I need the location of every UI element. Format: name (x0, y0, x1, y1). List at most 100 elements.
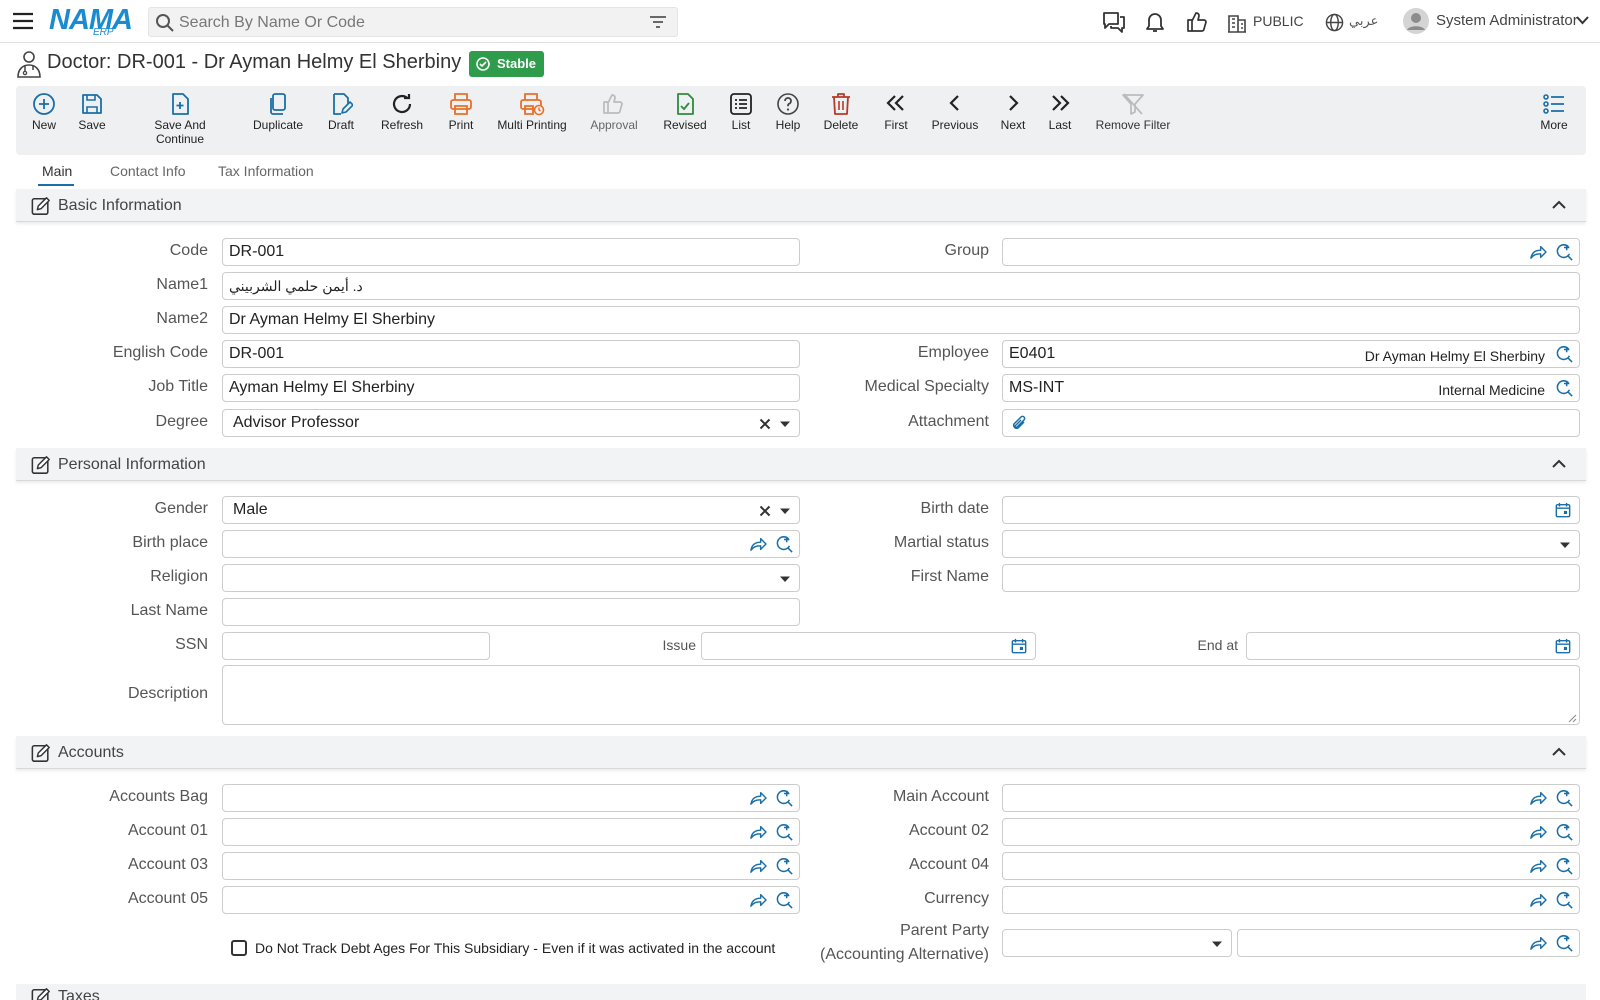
birth-place-field[interactable] (222, 530, 800, 558)
birth-date-field[interactable] (1002, 496, 1580, 524)
group-field[interactable] (1002, 238, 1580, 266)
menu-icon[interactable] (12, 11, 34, 31)
parent-party-type-select[interactable] (1002, 929, 1232, 957)
caret-down-icon[interactable] (1559, 541, 1571, 549)
filter-icon[interactable] (649, 15, 667, 29)
delete-button[interactable]: Delete (822, 92, 860, 132)
account-02-field[interactable] (1002, 818, 1580, 846)
chevron-up-icon[interactable] (1552, 200, 1566, 209)
parent-party-field[interactable] (1237, 929, 1580, 957)
tab-main[interactable]: Main (42, 163, 72, 179)
save-and-continue-button[interactable]: Save And Continue (129, 92, 231, 146)
gender-select[interactable]: Male (222, 496, 800, 524)
ssn-field[interactable] (222, 632, 490, 660)
accounts-bag-field[interactable] (222, 784, 800, 812)
end-at-date-field[interactable] (1246, 632, 1580, 660)
tab-tax-information[interactable]: Tax Information (218, 163, 314, 179)
share-icon[interactable] (1529, 824, 1547, 840)
help-button[interactable]: Help (774, 92, 802, 132)
description-textarea[interactable] (222, 665, 1580, 725)
main-account-field[interactable] (1002, 784, 1580, 812)
caret-down-icon[interactable] (779, 507, 791, 515)
english-code-field[interactable]: DR-001 (222, 340, 800, 368)
lookup-icon[interactable] (775, 823, 793, 841)
first-button[interactable]: First (882, 92, 910, 132)
brand-logo[interactable]: NAMA ERP (49, 4, 133, 38)
section-basic-information[interactable]: Basic Information (16, 189, 1586, 222)
user-menu[interactable]: System Administrator (1436, 12, 1578, 29)
share-icon[interactable] (1529, 244, 1547, 260)
search-box[interactable]: Search By Name Or Code (148, 7, 678, 37)
section-accounts[interactable]: Accounts (16, 736, 1586, 769)
issue-date-field[interactable] (701, 632, 1036, 660)
clear-icon[interactable] (759, 418, 771, 430)
share-icon[interactable] (749, 824, 767, 840)
next-button[interactable]: Next (1000, 92, 1026, 132)
thumbs-up-icon[interactable] (1186, 11, 1208, 33)
share-icon[interactable] (1529, 858, 1547, 874)
share-icon[interactable] (749, 536, 767, 552)
share-icon[interactable] (749, 858, 767, 874)
name1-field[interactable]: د. أيمن حلمي الشربيني (222, 272, 1580, 300)
account-04-field[interactable] (1002, 852, 1580, 880)
account-01-field[interactable] (222, 818, 800, 846)
degree-select[interactable]: Advisor Professor (222, 409, 800, 437)
lookup-icon[interactable] (1555, 379, 1573, 397)
print-button[interactable]: Print (446, 92, 476, 132)
account-05-field[interactable] (222, 886, 800, 914)
lookup-icon[interactable] (775, 891, 793, 909)
language-switch[interactable]: عربي (1349, 13, 1378, 29)
resize-handle-icon[interactable] (1568, 714, 1577, 723)
medical-specialty-field[interactable]: MS-INT Internal Medicine (1002, 374, 1580, 402)
caret-down-icon[interactable] (779, 420, 791, 428)
lookup-icon[interactable] (1555, 345, 1573, 363)
share-icon[interactable] (1529, 935, 1547, 951)
paperclip-icon[interactable] (1010, 414, 1028, 432)
more-button[interactable]: More (1539, 92, 1569, 132)
name2-field[interactable]: Dr Ayman Helmy El Sherbiny (222, 306, 1580, 334)
lookup-icon[interactable] (1555, 823, 1573, 841)
lookup-icon[interactable] (1555, 891, 1573, 909)
tab-contact-info[interactable]: Contact Info (110, 163, 186, 179)
calendar-icon[interactable] (1011, 638, 1027, 654)
revised-button[interactable]: Revised (662, 92, 708, 132)
search-input[interactable]: Search By Name Or Code (179, 14, 365, 32)
caret-down-icon[interactable] (779, 575, 791, 583)
marital-status-select[interactable] (1002, 530, 1580, 558)
currency-field[interactable] (1002, 886, 1580, 914)
avatar[interactable] (1403, 8, 1429, 34)
caret-down-icon[interactable] (1211, 940, 1223, 948)
first-name-field[interactable] (1002, 564, 1580, 592)
duplicate-button[interactable]: Duplicate (252, 92, 304, 132)
lookup-icon[interactable] (775, 789, 793, 807)
lookup-icon[interactable] (775, 535, 793, 553)
chevron-up-icon[interactable] (1552, 747, 1566, 756)
job-title-field[interactable]: Ayman Helmy El Sherbiny (222, 374, 800, 402)
attachment-field[interactable] (1002, 409, 1580, 437)
new-button[interactable]: New (30, 92, 58, 132)
section-taxes[interactable]: Taxes (16, 984, 1586, 1000)
previous-button[interactable]: Previous (930, 92, 980, 132)
chat-icon[interactable] (1102, 11, 1126, 33)
account-03-field[interactable] (222, 852, 800, 880)
last-button[interactable]: Last (1046, 92, 1074, 132)
clear-icon[interactable] (759, 505, 771, 517)
lookup-icon[interactable] (775, 857, 793, 875)
section-personal-information[interactable]: Personal Information (16, 448, 1586, 481)
calendar-icon[interactable] (1555, 638, 1571, 654)
organization-selector[interactable]: PUBLIC (1253, 13, 1304, 29)
employee-field[interactable]: E0401 Dr Ayman Helmy El Sherbiny (1002, 340, 1580, 368)
share-icon[interactable] (749, 790, 767, 806)
save-button[interactable]: Save (76, 92, 108, 132)
refresh-button[interactable]: Refresh (380, 92, 424, 132)
list-button[interactable]: List (728, 92, 754, 132)
approval-button[interactable]: Approval (589, 92, 639, 132)
lookup-icon[interactable] (1555, 789, 1573, 807)
religion-select[interactable] (222, 564, 800, 592)
last-name-field[interactable] (222, 598, 800, 626)
chevron-up-icon[interactable] (1552, 459, 1566, 468)
draft-button[interactable]: Draft (326, 92, 356, 132)
lookup-icon[interactable] (1555, 934, 1573, 952)
share-icon[interactable] (749, 892, 767, 908)
multi-printing-button[interactable]: Multi Printing (496, 92, 568, 132)
